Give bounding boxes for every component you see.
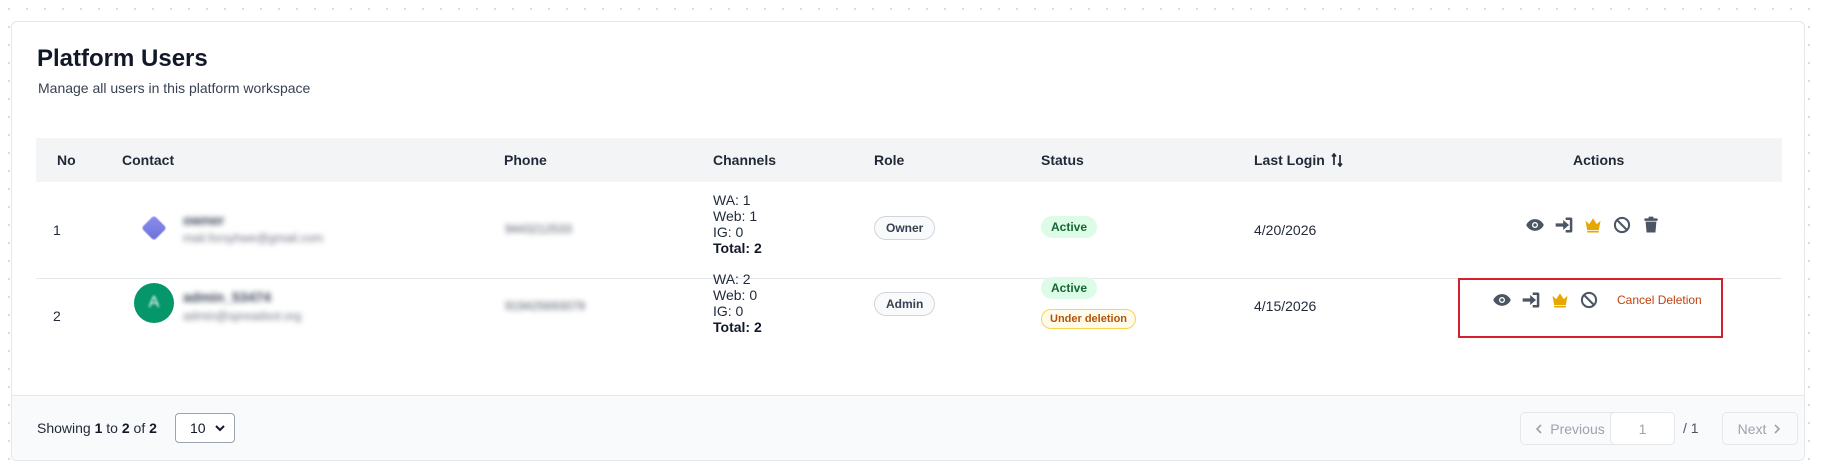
page-subtitle: Manage all users in this platform worksp…	[38, 80, 311, 96]
page-input[interactable]	[1610, 412, 1675, 445]
chevron-right-icon	[1774, 423, 1781, 434]
phone-number: 919425693079	[505, 299, 586, 313]
channel-wa: WA: 1	[713, 192, 751, 208]
channels-summary: WA: 2 Web: 0 IG: 0 Total: 2	[713, 271, 762, 335]
chevron-left-icon	[1536, 423, 1542, 434]
col-role: Role	[874, 152, 905, 168]
ban-icon	[1580, 291, 1598, 309]
table-row: 2 A admin_53474 admin@spreadsot.org 9194…	[36, 271, 1782, 391]
col-no: No	[57, 152, 76, 168]
last-login: 4/20/2026	[1254, 222, 1317, 238]
chevron-down-icon	[215, 425, 225, 432]
showing-total: 2	[149, 420, 157, 436]
avatar: A	[134, 283, 174, 323]
next-button[interactable]: Next	[1722, 412, 1798, 445]
ban-icon	[1613, 216, 1631, 234]
impersonate-button[interactable]	[1520, 289, 1542, 311]
showing-to-label: to	[106, 420, 118, 436]
last-login: 4/15/2026	[1254, 298, 1317, 314]
col-status: Status	[1041, 152, 1084, 168]
phone-number: 9443212533	[505, 222, 572, 236]
suspend-button[interactable]	[1578, 289, 1600, 311]
crown-icon	[1552, 293, 1568, 308]
showing-to: 2	[121, 420, 130, 436]
previous-button[interactable]: Previous	[1520, 412, 1619, 445]
pagination-summary: Showing 1 to 2 of 2	[37, 420, 157, 436]
col-last-login[interactable]: Last Login	[1254, 152, 1343, 168]
showing-of-label: of	[133, 420, 146, 436]
view-button[interactable]	[1491, 289, 1513, 311]
table-footer: Showing 1 to 2 of 2 10 Previous / 1 Next	[12, 395, 1804, 460]
view-button[interactable]	[1524, 214, 1546, 236]
contact-email: mail.forsyhwe@gmail.com	[183, 231, 324, 245]
make-owner-button[interactable]	[1549, 289, 1571, 311]
role-badge: Owner	[874, 216, 936, 240]
page-title: Platform Users	[37, 45, 208, 72]
page-total: / 1	[1683, 420, 1699, 436]
deletion-badge: Under deletion	[1041, 309, 1137, 329]
contact-name: owner	[183, 212, 225, 228]
next-label: Next	[1737, 420, 1767, 437]
col-actions: Actions	[1573, 152, 1625, 168]
channel-ig: IG: 0	[713, 224, 744, 240]
crown-icon	[1585, 218, 1601, 233]
row-actions	[1524, 214, 1662, 236]
status-badge: Active	[1041, 216, 1098, 238]
showing-label: Showing	[37, 420, 91, 436]
table-header: No Contact Phone Channels Role Status La…	[36, 138, 1782, 182]
contact-email: admin@spreadsot.org	[183, 309, 302, 323]
users-card: Platform Users Manage all users in this …	[11, 21, 1805, 461]
login-icon	[1522, 292, 1540, 308]
role-badge: Admin	[874, 292, 936, 316]
per-page-value: 10	[190, 420, 206, 436]
col-channels: Channels	[713, 152, 777, 168]
avatar-initial: A	[148, 294, 160, 311]
channel-wa: WA: 2	[713, 271, 751, 287]
row-number: 2	[53, 308, 61, 324]
eye-icon	[1493, 294, 1511, 306]
col-last-login-label: Last Login	[1254, 152, 1325, 168]
impersonate-button[interactable]	[1553, 214, 1575, 236]
channel-total: Total: 2	[713, 240, 762, 256]
suspend-button[interactable]	[1611, 214, 1633, 236]
channel-ig: IG: 0	[713, 303, 744, 319]
table-row: 1 owner mail.forsyhwe@gmail.com 94432125…	[36, 182, 1782, 279]
row-number: 1	[53, 222, 61, 238]
avatar	[134, 208, 174, 248]
channel-web: Web: 0	[713, 287, 758, 303]
showing-from: 1	[94, 420, 103, 436]
col-phone: Phone	[504, 152, 547, 168]
contact-name: admin_53474	[183, 289, 271, 305]
previous-label: Previous	[1550, 420, 1605, 437]
make-owner-button[interactable]	[1582, 214, 1604, 236]
col-contact: Contact	[122, 152, 175, 168]
status-badge: Active	[1041, 277, 1098, 299]
row-actions: Cancel Deletion	[1491, 289, 1702, 311]
delete-button[interactable]	[1640, 214, 1662, 236]
cancel-deletion-button[interactable]: Cancel Deletion	[1617, 293, 1702, 307]
channel-web: Web: 1	[713, 208, 758, 224]
channel-total: Total: 2	[713, 319, 762, 335]
channels-summary: WA: 1 Web: 1 IG: 0 Total: 2	[713, 192, 762, 256]
sort-arrows-icon	[1331, 152, 1343, 168]
trash-icon	[1644, 216, 1658, 233]
per-page-select[interactable]: 10	[175, 413, 235, 443]
login-icon	[1555, 217, 1573, 233]
eye-icon	[1526, 219, 1544, 231]
